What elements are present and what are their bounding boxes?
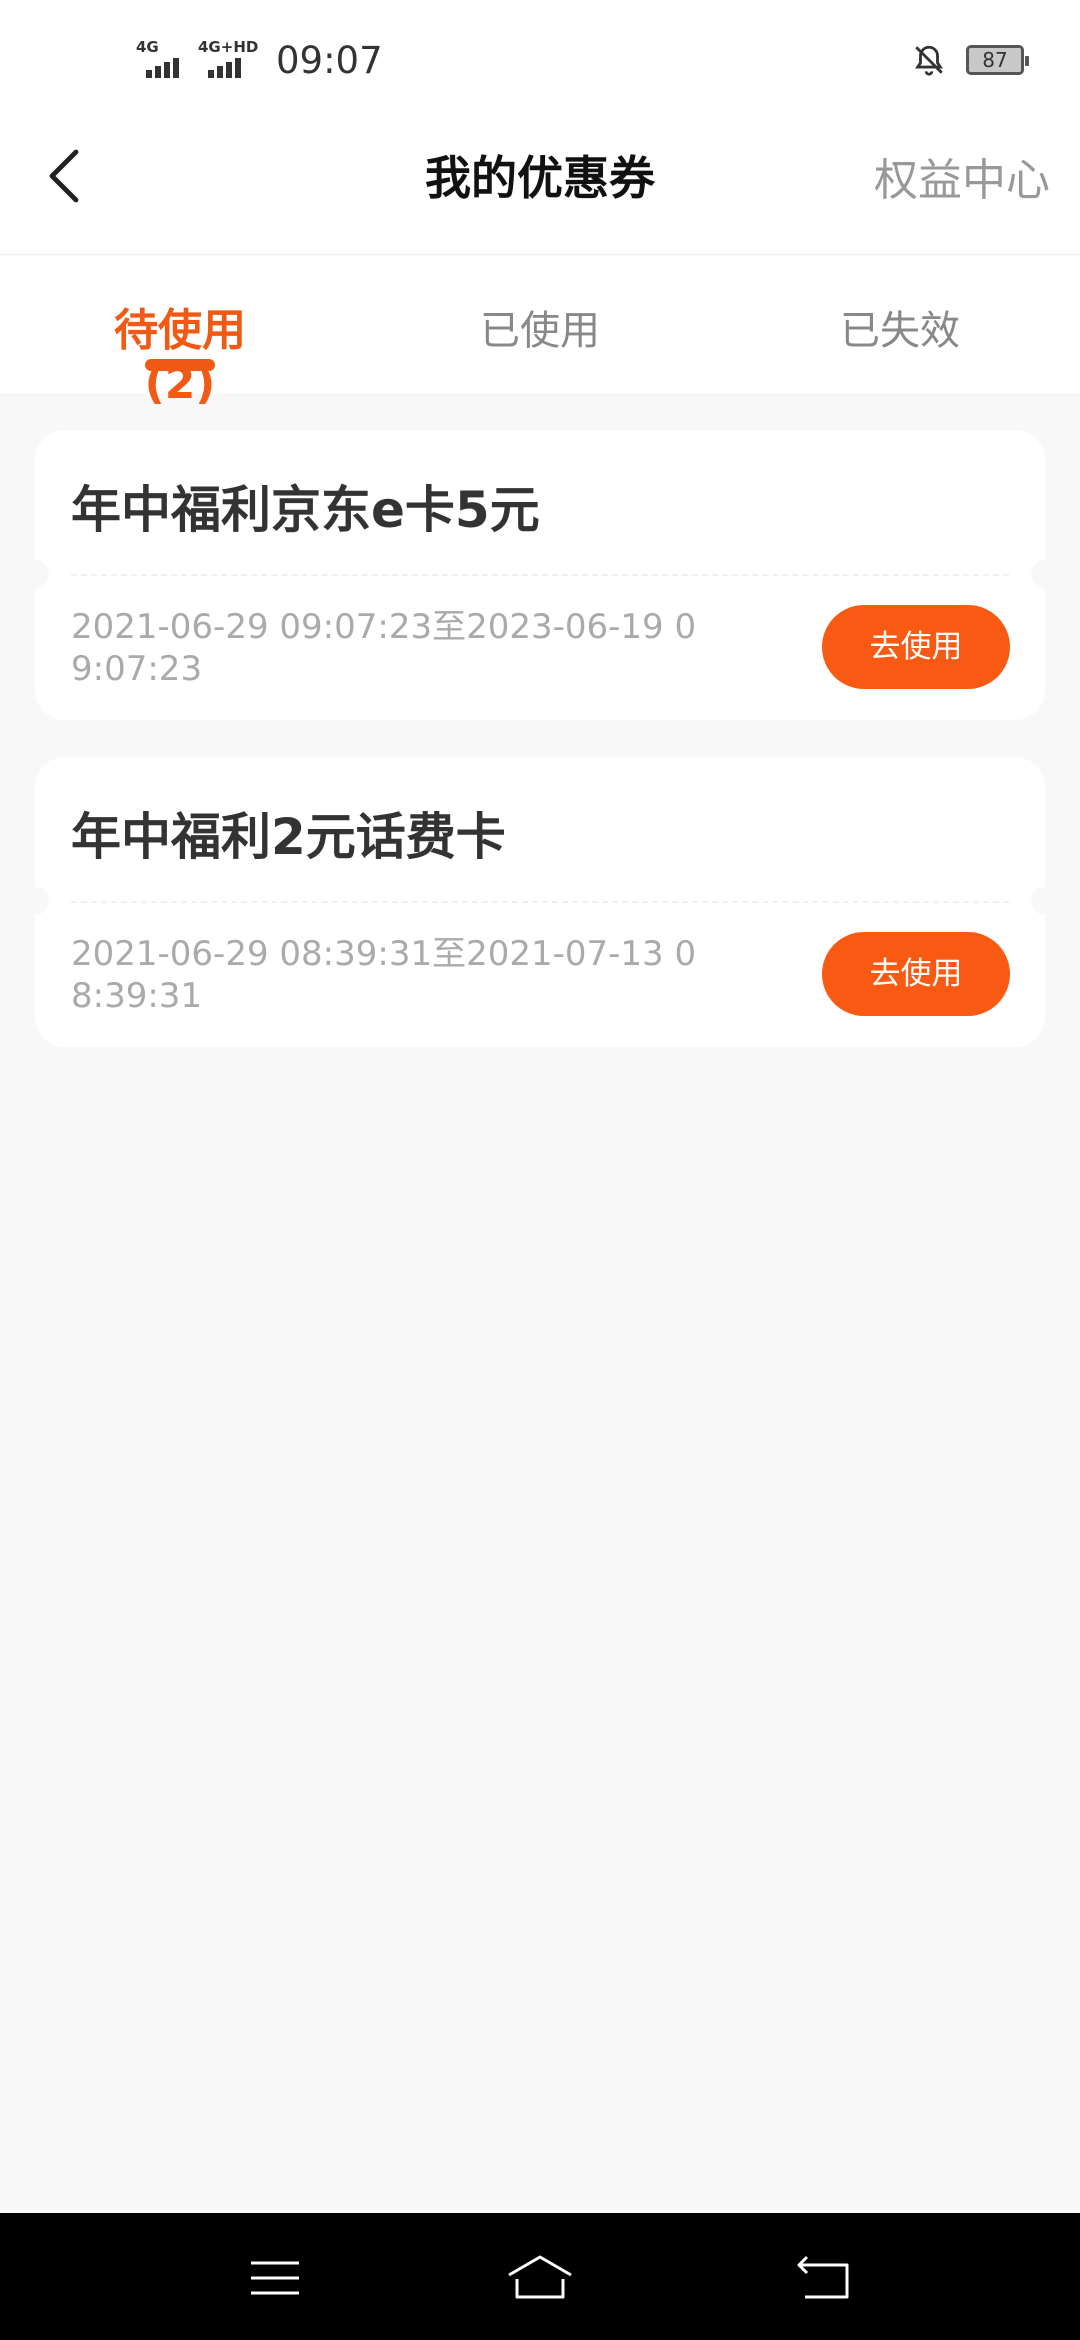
coupon-card: 年中福利京东e卡5元 2021-06-29 09:07:23至2023-06-1… xyxy=(35,430,1045,720)
coupon-divider xyxy=(71,574,1009,576)
battery-icon: 87 xyxy=(966,45,1029,75)
coupon-tabs: 待使用(2) 已使用 已失效 xyxy=(0,256,1080,409)
bell-off-icon xyxy=(915,45,943,76)
use-coupon-button[interactable]: 去使用 xyxy=(822,932,1010,1016)
status-left: 4G 4G+HD 09:07 xyxy=(136,36,383,84)
system-nav-bar xyxy=(0,2213,1080,2340)
coupon-card: 年中福利2元话费卡 2021-06-29 08:39:31至2021-07-13… xyxy=(35,757,1045,1047)
use-coupon-button[interactable]: 去使用 xyxy=(822,605,1010,689)
status-time: 09:07 xyxy=(276,38,383,82)
sim2-label: 4G+HD xyxy=(198,38,259,56)
coupon-notch-left xyxy=(35,560,49,588)
coupon-title: 年中福利2元话费卡 xyxy=(71,808,506,866)
coupon-divider xyxy=(71,901,1009,903)
coupon-validity: 2021-06-29 09:07:23至2023-06-19 09:07:23 xyxy=(71,607,697,689)
tab-expired[interactable]: 已失效 xyxy=(800,298,1000,356)
tab-pending[interactable]: 待使用(2) xyxy=(80,294,280,409)
coupon-validity: 2021-06-29 08:39:31至2021-07-13 08:39:31 xyxy=(71,934,697,1016)
sim1-label: 4G xyxy=(136,38,159,56)
coupon-notch-right xyxy=(1031,560,1045,588)
tab-indicator xyxy=(145,359,215,371)
status-right: 87 xyxy=(912,40,1029,80)
status-bar: 4G 4G+HD 09:07 87 xyxy=(0,0,1080,120)
coupon-notch-right xyxy=(1031,887,1045,915)
coupon-title: 年中福利京东e卡5元 xyxy=(71,481,540,539)
battery-level: 87 xyxy=(982,48,1008,72)
back-icon[interactable] xyxy=(795,2253,855,2303)
signal-sim1-icon: 4G xyxy=(136,40,184,80)
home-icon[interactable] xyxy=(505,2253,575,2303)
menu-icon[interactable] xyxy=(245,2253,305,2303)
tab-used[interactable]: 已使用 xyxy=(440,298,640,356)
benefits-center-link[interactable]: 权益中心 xyxy=(874,144,1050,208)
nav-header: 我的优惠券 权益中心 xyxy=(0,120,1080,255)
signal-sim2-icon: 4G+HD xyxy=(198,38,259,80)
coupon-notch-left xyxy=(35,887,49,915)
